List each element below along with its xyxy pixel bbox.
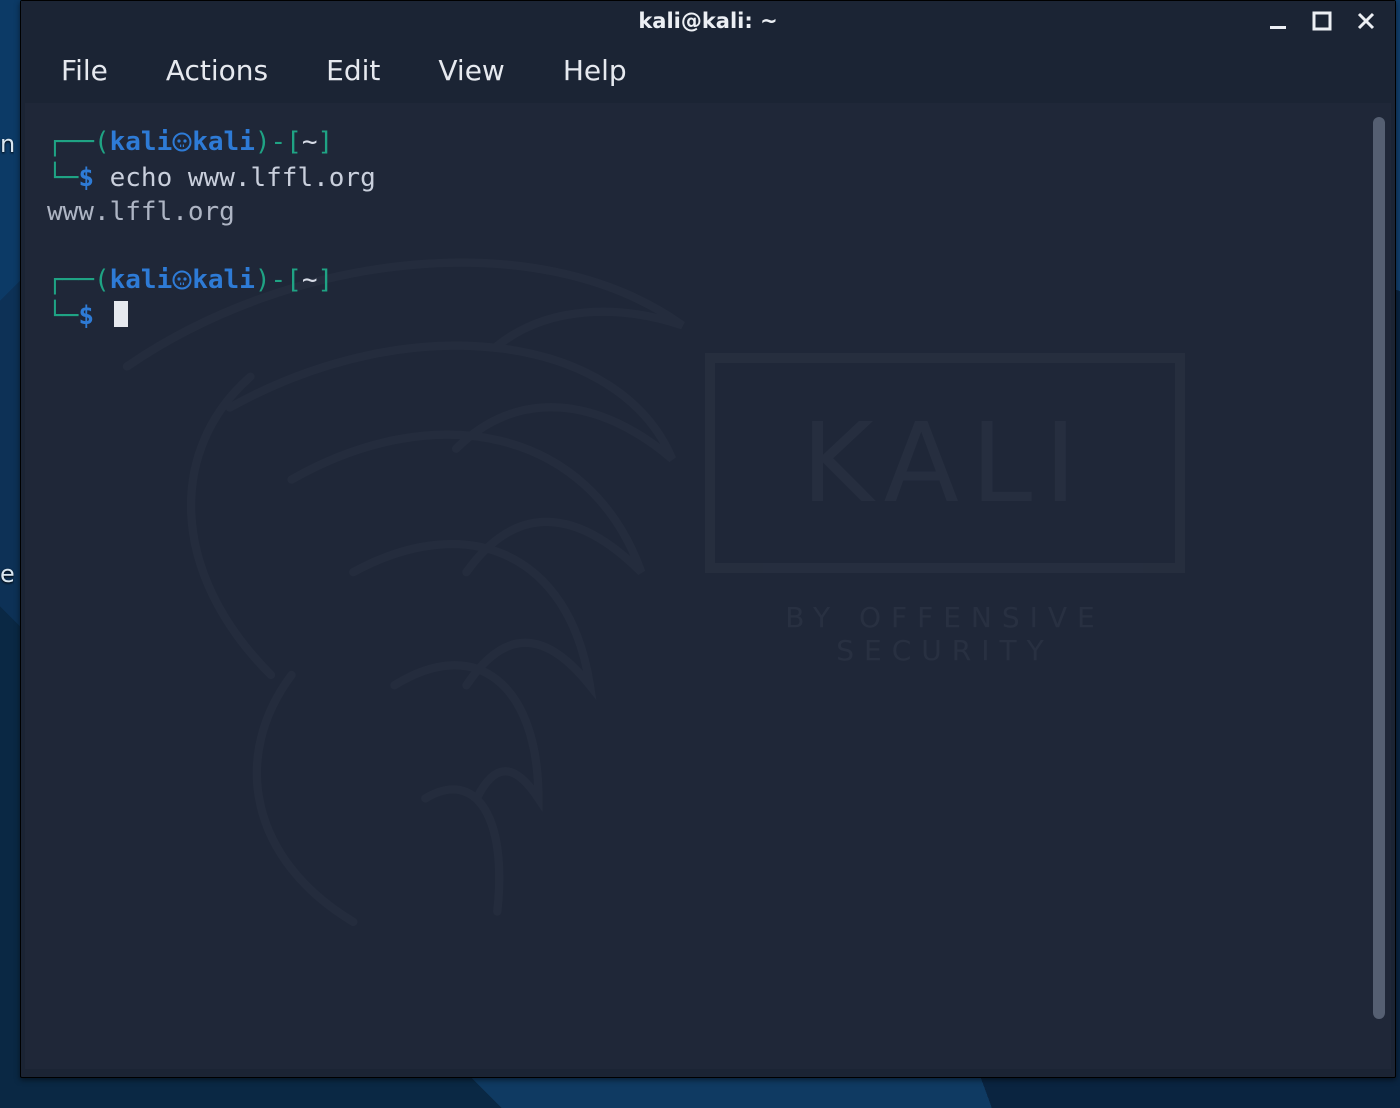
cursor bbox=[114, 301, 128, 327]
command-output: www.lffl.org bbox=[47, 197, 235, 227]
prompt-block: ┌──(kalikali)-[~]└─$ bbox=[47, 263, 1379, 333]
terminal-content[interactable]: ┌──(kalikali)-[~]└─$ echo www.lffl.orgww… bbox=[25, 103, 1391, 1069]
titlebar[interactable]: kali@kali: ~ bbox=[21, 1, 1395, 41]
scrollbar-thumb[interactable] bbox=[1373, 117, 1385, 1019]
scrollbar[interactable] bbox=[1373, 117, 1385, 1019]
skull-icon bbox=[172, 127, 192, 161]
maximize-button[interactable] bbox=[1309, 8, 1335, 34]
desktop-icon-fragment: e bbox=[0, 560, 14, 588]
terminal-viewport[interactable]: KALI BY OFFENSIVE SECURITY ┌──(kalikali)… bbox=[25, 103, 1391, 1069]
menu-edit[interactable]: Edit bbox=[320, 50, 386, 91]
menubar: File Actions Edit View Help bbox=[21, 41, 1395, 99]
menu-view[interactable]: View bbox=[432, 50, 510, 91]
terminal-window: kali@kali: ~ File Actions Edit View Help bbox=[20, 0, 1396, 1078]
prompt-block: ┌──(kalikali)-[~]└─$ echo www.lffl.org bbox=[47, 125, 1379, 195]
minimize-button[interactable] bbox=[1265, 8, 1291, 34]
window-title: kali@kali: ~ bbox=[21, 9, 1395, 33]
skull-icon bbox=[172, 265, 192, 299]
desktop-icon-fragment: n bbox=[0, 130, 14, 158]
menu-help[interactable]: Help bbox=[557, 50, 633, 91]
close-button[interactable] bbox=[1353, 8, 1379, 34]
menu-actions[interactable]: Actions bbox=[160, 50, 274, 91]
menu-file[interactable]: File bbox=[55, 50, 114, 91]
window-controls bbox=[1265, 1, 1389, 41]
